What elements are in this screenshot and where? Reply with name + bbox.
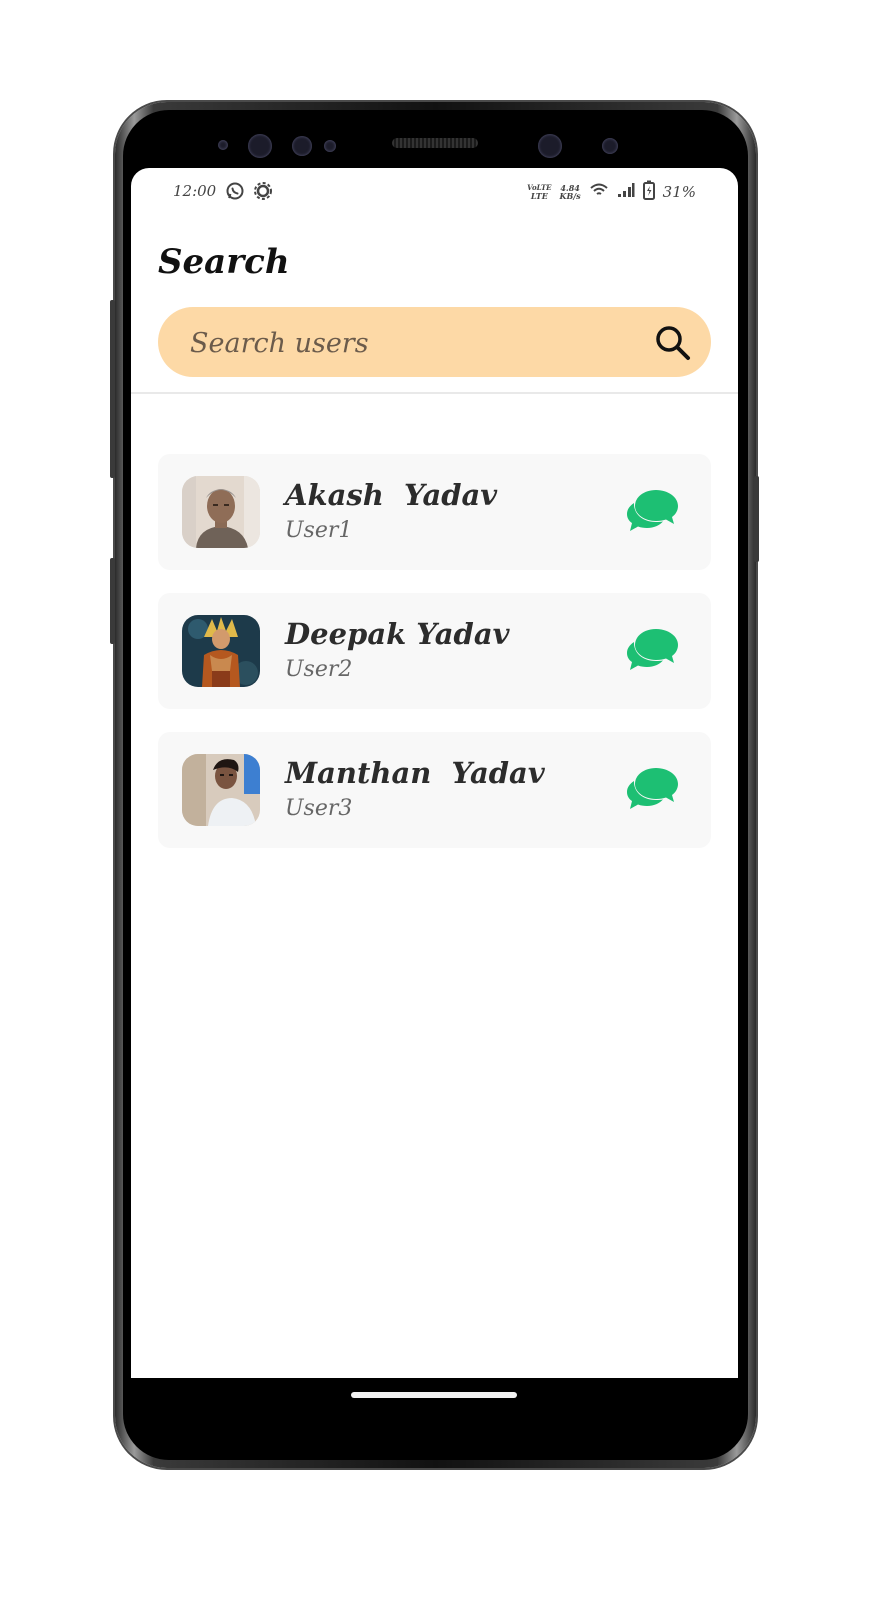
wifi-icon [589, 182, 609, 202]
user-card[interactable]: Deepak Yadav User2 [158, 593, 711, 709]
avatar [182, 615, 260, 687]
signal-icon [617, 182, 635, 202]
user-subtitle: User1 [285, 518, 353, 543]
avatar [182, 754, 260, 826]
settings-icon [253, 181, 273, 205]
app-screen: 12:00 VoLTE LTE 4.84 KB/s 31% Search Sea… [131, 168, 738, 1380]
user-name: Akash Yadav [285, 478, 498, 512]
iris-scanner [248, 134, 272, 158]
lte-label: LTE [530, 191, 548, 201]
status-time: 12:00 [173, 182, 217, 200]
volume-up-button [110, 300, 115, 478]
whatsapp-icon [225, 181, 245, 205]
home-indicator[interactable] [351, 1392, 517, 1398]
volume-down-button [110, 558, 115, 644]
flash-sensor [602, 138, 618, 154]
front-camera [538, 134, 562, 158]
chat-icon[interactable] [626, 627, 680, 675]
net-speed-unit: KB/s [559, 191, 581, 201]
user-name: Deepak Yadav [285, 617, 510, 651]
network-type: VoLTE LTE [527, 184, 551, 201]
user-subtitle: User2 [285, 657, 353, 682]
battery-percent: 31% [662, 183, 696, 201]
chat-icon[interactable] [626, 488, 680, 536]
proximity-sensor [292, 136, 312, 156]
user-subtitle: User3 [285, 796, 353, 821]
earpiece-speaker [392, 138, 478, 148]
header-divider [131, 392, 738, 394]
navigation-bar [131, 1378, 738, 1436]
search-icon[interactable] [653, 323, 693, 363]
net-speed: 4.84 KB/s [560, 184, 581, 200]
power-button [754, 476, 759, 562]
user-card[interactable]: Akash Yadav User1 [158, 454, 711, 570]
status-right-group: VoLTE LTE 4.84 KB/s 31% [527, 180, 696, 204]
user-name: Manthan Yadav [285, 756, 545, 790]
light-sensor [324, 140, 336, 152]
chat-icon[interactable] [626, 766, 680, 814]
search-input[interactable] [188, 307, 632, 379]
front-sensor [218, 140, 228, 150]
page-title: Search [158, 242, 290, 282]
user-card[interactable]: Manthan Yadav User3 [158, 732, 711, 848]
search-bar[interactable] [158, 307, 711, 379]
status-bar: 12:00 VoLTE LTE 4.84 KB/s 31% [131, 168, 738, 216]
battery-icon [642, 180, 655, 204]
avatar [182, 476, 260, 548]
